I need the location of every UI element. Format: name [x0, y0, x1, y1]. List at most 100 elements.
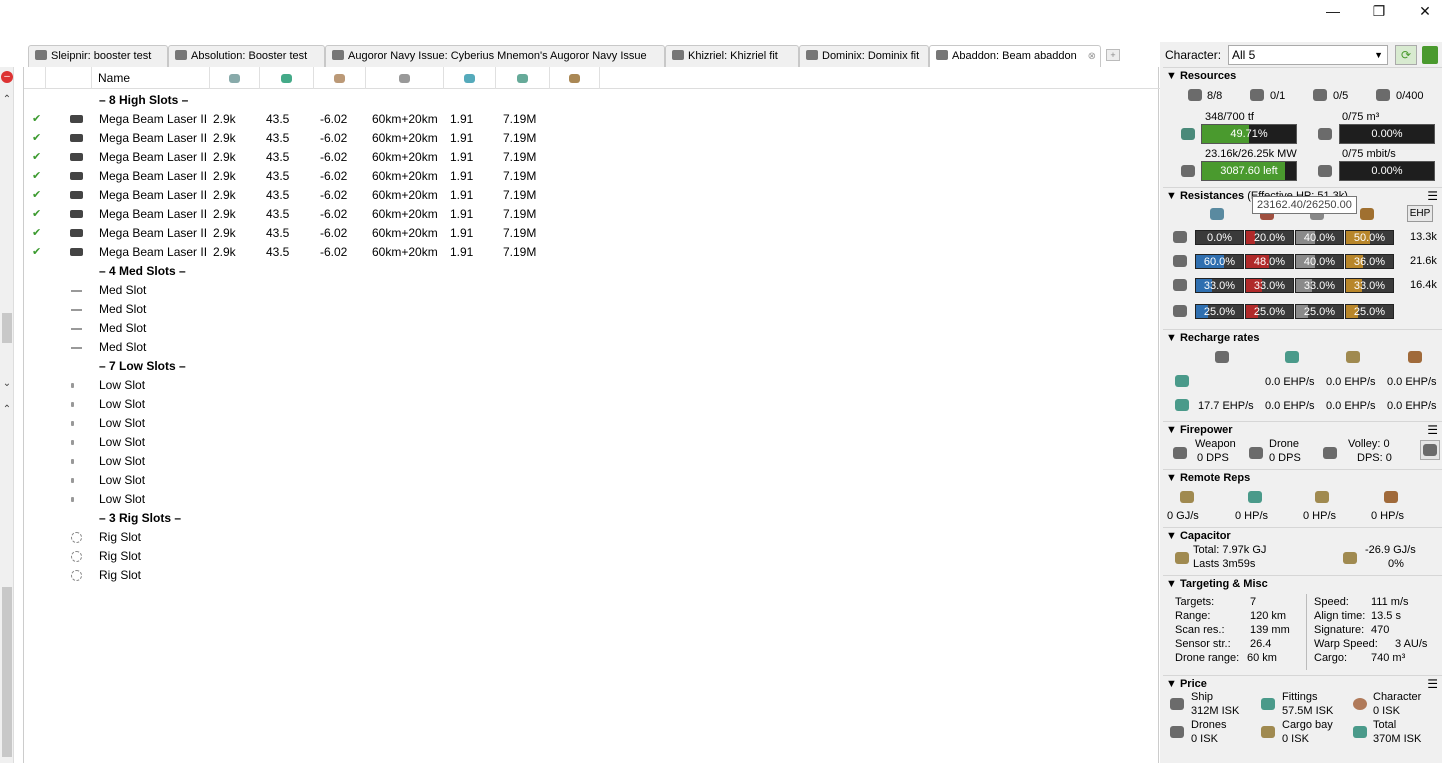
remove-icon[interactable]: – — [1, 71, 13, 83]
tab-absolution[interactable]: Absolution: Booster test — [168, 45, 325, 67]
check-icon[interactable]: ✔ — [32, 205, 41, 224]
misc-stat-value: 13.5 s — [1371, 610, 1401, 622]
col-power[interactable] — [260, 67, 314, 89]
scrollbar-thumb[interactable] — [2, 313, 12, 343]
module-cpu: 2.9k — [213, 131, 236, 145]
collapse-up-icon[interactable]: ⌃ — [0, 403, 14, 417]
module-row[interactable]: ✔ Mega Beam Laser II 2.9k 43.5 -6.02 60km+20k… — [24, 129, 624, 148]
tab-augoror[interactable]: Augoror Navy Issue: Cyberius Mnemon's Au… — [325, 45, 665, 67]
layer-icon — [1173, 255, 1187, 267]
misc-stat-label: Signature: — [1314, 624, 1365, 636]
character-select[interactable]: All 5 ▼ — [1228, 45, 1388, 65]
weapon-icon — [1173, 447, 1187, 459]
target-stat-label: Targets: — [1175, 596, 1215, 608]
close-tab-icon[interactable]: ⊗ — [1088, 46, 1096, 67]
col-tracking[interactable] — [444, 67, 496, 89]
check-icon[interactable]: ✔ — [32, 110, 41, 129]
target-stat-label: Drone range: — [1175, 652, 1240, 664]
module-row[interactable]: ✔ Mega Beam Laser II 2.9k 43.5 -6.02 60km+20k… — [24, 205, 624, 224]
recharge-title[interactable]: ▼ Recharge rates — [1166, 332, 1259, 344]
med-slot-row[interactable]: Med Slot — [24, 300, 624, 319]
scroll-down-icon[interactable]: ⌄ — [0, 377, 14, 391]
menu-icon[interactable]: ☰ — [1427, 189, 1438, 203]
col-price[interactable] — [496, 67, 550, 89]
capacitor-lasts: Lasts 3m59s — [1193, 558, 1256, 570]
module-row[interactable]: ✔ Mega Beam Laser II 2.9k 43.5 -6.02 60km+20k… — [24, 243, 624, 262]
col-state[interactable] — [24, 67, 46, 89]
new-tab-button[interactable]: + — [1106, 49, 1120, 61]
check-icon[interactable]: ✔ — [32, 186, 41, 205]
powergrid-icon — [281, 74, 292, 83]
low-slot-row[interactable]: Low Slot — [24, 471, 624, 490]
capacitor-delta: -26.9 GJ/s — [1365, 544, 1416, 556]
low-slot-row[interactable]: Low Slot — [24, 433, 624, 452]
col-icon[interactable] — [46, 67, 92, 89]
damage-pattern-button[interactable] — [1420, 440, 1440, 460]
tab-sleipnir[interactable]: Sleipnir: booster test — [28, 45, 168, 67]
dps-value: DPS: 0 — [1357, 452, 1392, 464]
scrollbar-thumb-lower[interactable] — [2, 587, 12, 757]
module-power: 43.5 — [266, 131, 290, 145]
module-row[interactable]: ✔ Mega Beam Laser II 2.9k 43.5 -6.02 60km+20k… — [24, 224, 624, 243]
module-row[interactable]: ✔ Mega Beam Laser II 2.9k 43.5 -6.02 60km+20k… — [24, 148, 624, 167]
misc-stat-label: Speed: — [1314, 596, 1349, 608]
med-slot-row[interactable]: Med Slot — [24, 319, 624, 338]
rig-slot-row[interactable]: Rig Slot — [24, 528, 624, 547]
skills-icon[interactable] — [1422, 46, 1438, 64]
module-tracking: 1.91 — [450, 150, 474, 164]
col-capacitor[interactable] — [314, 67, 366, 89]
module-row[interactable]: ✔ Mega Beam Laser II 2.9k 43.5 -6.02 60km+20k… — [24, 167, 624, 186]
low-slot-row[interactable]: Low Slot — [24, 414, 624, 433]
low-slot-row[interactable]: Low Slot — [24, 376, 624, 395]
targeting-title[interactable]: ▼ Targeting & Misc — [1166, 578, 1268, 590]
scroll-up-icon[interactable]: ⌃ — [0, 93, 14, 107]
module-tracking: 1.91 — [450, 207, 474, 221]
tab-dominix[interactable]: Dominix: Dominix fit — [799, 45, 929, 67]
low-slot-row[interactable]: Low Slot — [24, 490, 624, 509]
recharge-value: 0.0 EHP/s — [1265, 376, 1315, 388]
low-slot-row[interactable]: Low Slot — [24, 395, 624, 414]
firepower-title[interactable]: ▼ Firepower — [1166, 424, 1233, 436]
tab-abaddon[interactable]: Abaddon: Beam abaddon ⊗ — [929, 45, 1101, 67]
target-stat-label: Sensor str.: — [1175, 638, 1231, 650]
col-range[interactable] — [366, 67, 444, 89]
module-power: 43.5 — [266, 112, 290, 126]
check-icon[interactable]: ✔ — [32, 167, 41, 186]
remote-rep-value: 0 HP/s — [1235, 510, 1269, 522]
fittings-price: 57.5M ISK — [1282, 705, 1334, 717]
col-cpu[interactable] — [210, 67, 260, 89]
price-title[interactable]: ▼ Price — [1166, 678, 1207, 690]
module-row[interactable]: ✔ Mega Beam Laser II 2.9k 43.5 -6.02 60km+20k… — [24, 186, 624, 205]
check-icon[interactable]: ✔ — [32, 243, 41, 262]
col-ammo[interactable] — [550, 67, 600, 89]
module-range: 60km+20km — [372, 131, 438, 145]
capacitor-title[interactable]: ▼ Capacitor — [1166, 530, 1231, 542]
check-icon[interactable]: ✔ — [32, 224, 41, 243]
refresh-character-button[interactable]: ⟳ — [1395, 45, 1417, 65]
minimize-button[interactable]: — — [1310, 2, 1356, 20]
menu-icon[interactable]: ☰ — [1427, 423, 1438, 437]
med-slot-row[interactable]: Med Slot — [24, 338, 624, 357]
close-window-button[interactable]: ✕ — [1402, 2, 1442, 20]
check-icon[interactable]: ✔ — [32, 129, 41, 148]
capacitor-percent: 0% — [1388, 558, 1404, 570]
module-row[interactable]: ✔ Mega Beam Laser II 2.9k 43.5 -6.02 60km+20k… — [24, 110, 624, 129]
resources-title[interactable]: ▼ Resources — [1166, 70, 1236, 82]
drone-bay-volume-text: 0/75 m³ — [1342, 111, 1380, 123]
module-range: 60km+20km — [372, 112, 438, 126]
turrets-value: 8/8 — [1207, 90, 1223, 102]
menu-icon[interactable]: ☰ — [1427, 677, 1438, 691]
check-icon[interactable]: ✔ — [32, 148, 41, 167]
ehp-toggle-button[interactable]: EHP — [1407, 205, 1433, 222]
col-name[interactable]: Name — [92, 67, 210, 89]
rig-slot-row[interactable]: Rig Slot — [24, 547, 624, 566]
separator-label: – 4 Med Slots – — [99, 264, 186, 278]
drones-active-value: 0/5 — [1333, 90, 1349, 102]
low-slot-row[interactable]: Low Slot — [24, 452, 624, 471]
med-slot-row[interactable]: Med Slot — [24, 281, 624, 300]
rig-slot-row[interactable]: Rig Slot — [24, 566, 624, 585]
restore-button[interactable]: ❐ — [1356, 2, 1402, 20]
med-slot-label: Med Slot — [99, 302, 147, 316]
remote-reps-title[interactable]: ▼ Remote Reps — [1166, 472, 1250, 484]
tab-khizriel[interactable]: Khizriel: Khizriel fit — [665, 45, 799, 67]
